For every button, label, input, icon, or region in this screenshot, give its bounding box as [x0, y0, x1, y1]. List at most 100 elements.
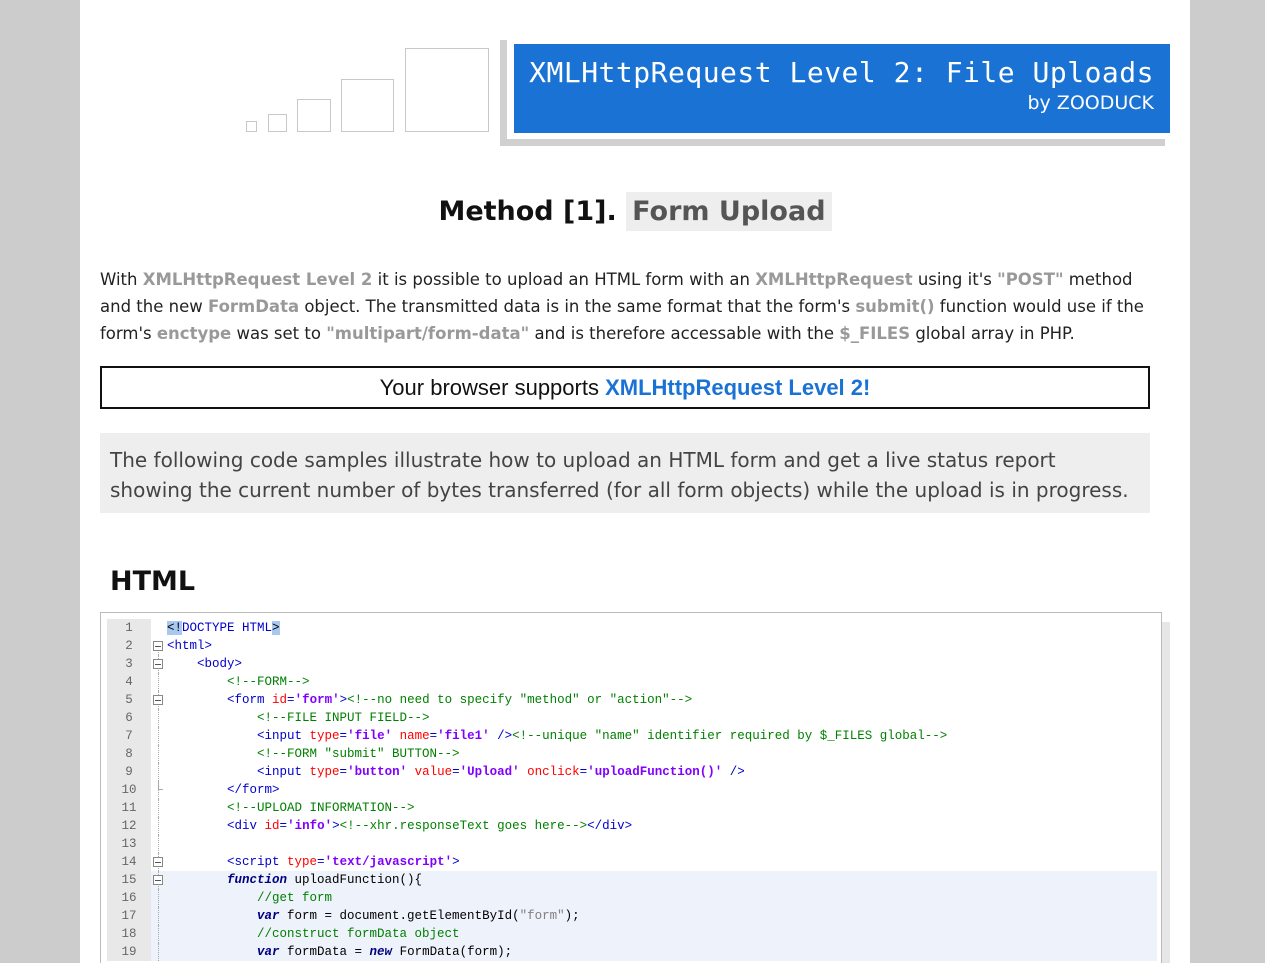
code-token: id	[272, 693, 288, 707]
code-token: <!	[167, 621, 183, 635]
line-number: 15	[107, 871, 151, 889]
code-token: id	[264, 819, 280, 833]
code-token: //construct formData object	[257, 927, 460, 941]
code-token: >	[452, 855, 460, 869]
code-text: <html>	[167, 637, 212, 655]
fold-toggle-icon[interactable]	[153, 695, 163, 705]
code-text: //get form	[167, 889, 332, 907]
deco-square-5	[405, 48, 489, 132]
code-token: >	[332, 819, 340, 833]
code-token: <!--unique "name" identifier required by…	[512, 729, 948, 743]
code-line: 5 <form id='form'><!--no need to specify…	[107, 691, 1157, 709]
line-number: 3	[107, 655, 151, 673]
method-heading: Method [1]. Form Upload	[80, 192, 1190, 231]
code-line: 7 <input type='file' name='file1' /><!--…	[107, 727, 1157, 745]
fold-toggle-icon[interactable]	[153, 659, 163, 669]
code-token: function	[227, 873, 288, 887]
intro-highlight: "POST"	[997, 270, 1064, 289]
line-number: 17	[107, 907, 151, 925]
code-token: );	[564, 909, 580, 923]
code-line: 13	[107, 835, 1157, 853]
fold-gutter	[151, 925, 167, 943]
code-token: "form"	[519, 909, 565, 923]
intro-text: using it's	[912, 270, 998, 289]
intro-highlight: "multipart/form-data"	[326, 324, 530, 343]
fold-gutter[interactable]	[151, 637, 167, 655]
support-highlight: XMLHttpRequest Level 2!	[605, 375, 871, 400]
intro-text: global array in PHP.	[910, 324, 1075, 343]
code-token: DOCTYPE HTML	[182, 621, 273, 635]
fold-toggle-icon[interactable]	[153, 857, 163, 867]
intro-highlight: FormData	[207, 297, 300, 316]
deco-square-3	[297, 99, 331, 132]
support-text: Your browser supports	[379, 375, 606, 400]
code-text: <script type='text/javascript'>	[167, 853, 460, 871]
fold-gutter	[151, 817, 167, 835]
code-line: 14 <script type='text/javascript'>	[107, 853, 1157, 871]
info-note: The following code samples illustrate ho…	[100, 433, 1150, 513]
code-text: <!--FORM "submit" BUTTON-->	[167, 745, 460, 763]
line-number: 7	[107, 727, 151, 745]
page-title: XMLHttpRequest Level 2: File Uploads	[529, 56, 1154, 89]
code-token: <form	[227, 693, 273, 707]
method-prefix: Method [1].	[438, 196, 617, 227]
code-token: <!--FORM "submit" BUTTON-->	[257, 747, 460, 761]
code-token: =	[429, 729, 438, 743]
fold-gutter	[151, 889, 167, 907]
code-token: 'form'	[294, 693, 340, 707]
code-token: <body>	[197, 657, 243, 671]
code-token: <!--FORM-->	[227, 675, 310, 689]
deco-square-2	[268, 114, 287, 132]
code-line: 1 <!DOCTYPE HTML>	[107, 619, 1157, 637]
code-token: <!--UPLOAD INFORMATION-->	[227, 801, 415, 815]
fold-gutter	[151, 943, 167, 961]
code-text: <div id='info'><!--xhr.responseText goes…	[167, 817, 632, 835]
code-token: uploadFunction(){	[287, 873, 423, 887]
code-line: 9 <input type='button' value='Upload' on…	[107, 763, 1157, 781]
code-text: <body>	[167, 655, 242, 673]
fold-gutter[interactable]	[151, 655, 167, 673]
section-heading-html: HTML	[110, 566, 196, 597]
fold-gutter	[151, 835, 167, 853]
fold-gutter[interactable]	[151, 691, 167, 709]
byline: by ZOODUCK	[1027, 92, 1154, 114]
code-text: <input type='button' value='Upload' oncl…	[167, 763, 745, 781]
code-line: 2 <html>	[107, 637, 1157, 655]
line-number: 8	[107, 745, 151, 763]
code-token: =	[339, 729, 348, 743]
intro-paragraph: With XMLHttpRequest Level 2 it is possib…	[100, 266, 1155, 347]
fold-gutter[interactable]	[151, 871, 167, 889]
line-number: 14	[107, 853, 151, 871]
fold-gutter	[151, 619, 167, 637]
code-line: 11 <!--UPLOAD INFORMATION-->	[107, 799, 1157, 817]
code-token: 'button'	[347, 765, 408, 779]
code-block[interactable]: 1 <!DOCTYPE HTML> 2 <html> 3 <body> 4 <!--FOR…	[100, 612, 1162, 963]
code-line: 6 <!--FILE INPUT FIELD-->	[107, 709, 1157, 727]
line-number: 6	[107, 709, 151, 727]
code-token: <script	[227, 855, 288, 869]
line-number: 18	[107, 925, 151, 943]
fold-gutter[interactable]	[151, 853, 167, 871]
fold-toggle-icon[interactable]	[153, 641, 163, 651]
code-line: 18 //construct formData object	[107, 925, 1157, 943]
deco-square-4	[341, 79, 394, 132]
code-line: 10 </form>	[107, 781, 1157, 799]
browser-support-box: Your browser supports XMLHttpRequest Lev…	[100, 366, 1150, 409]
line-number: 13	[107, 835, 151, 853]
code-text: var formData = new FormData(form);	[167, 943, 512, 961]
fold-gutter	[151, 673, 167, 691]
code-token: =	[287, 693, 295, 707]
fold-gutter	[151, 799, 167, 817]
fold-toggle-icon[interactable]	[153, 875, 163, 885]
code-token: </form>	[227, 783, 280, 797]
intro-text: it is possible to upload an HTML form wi…	[372, 270, 756, 289]
